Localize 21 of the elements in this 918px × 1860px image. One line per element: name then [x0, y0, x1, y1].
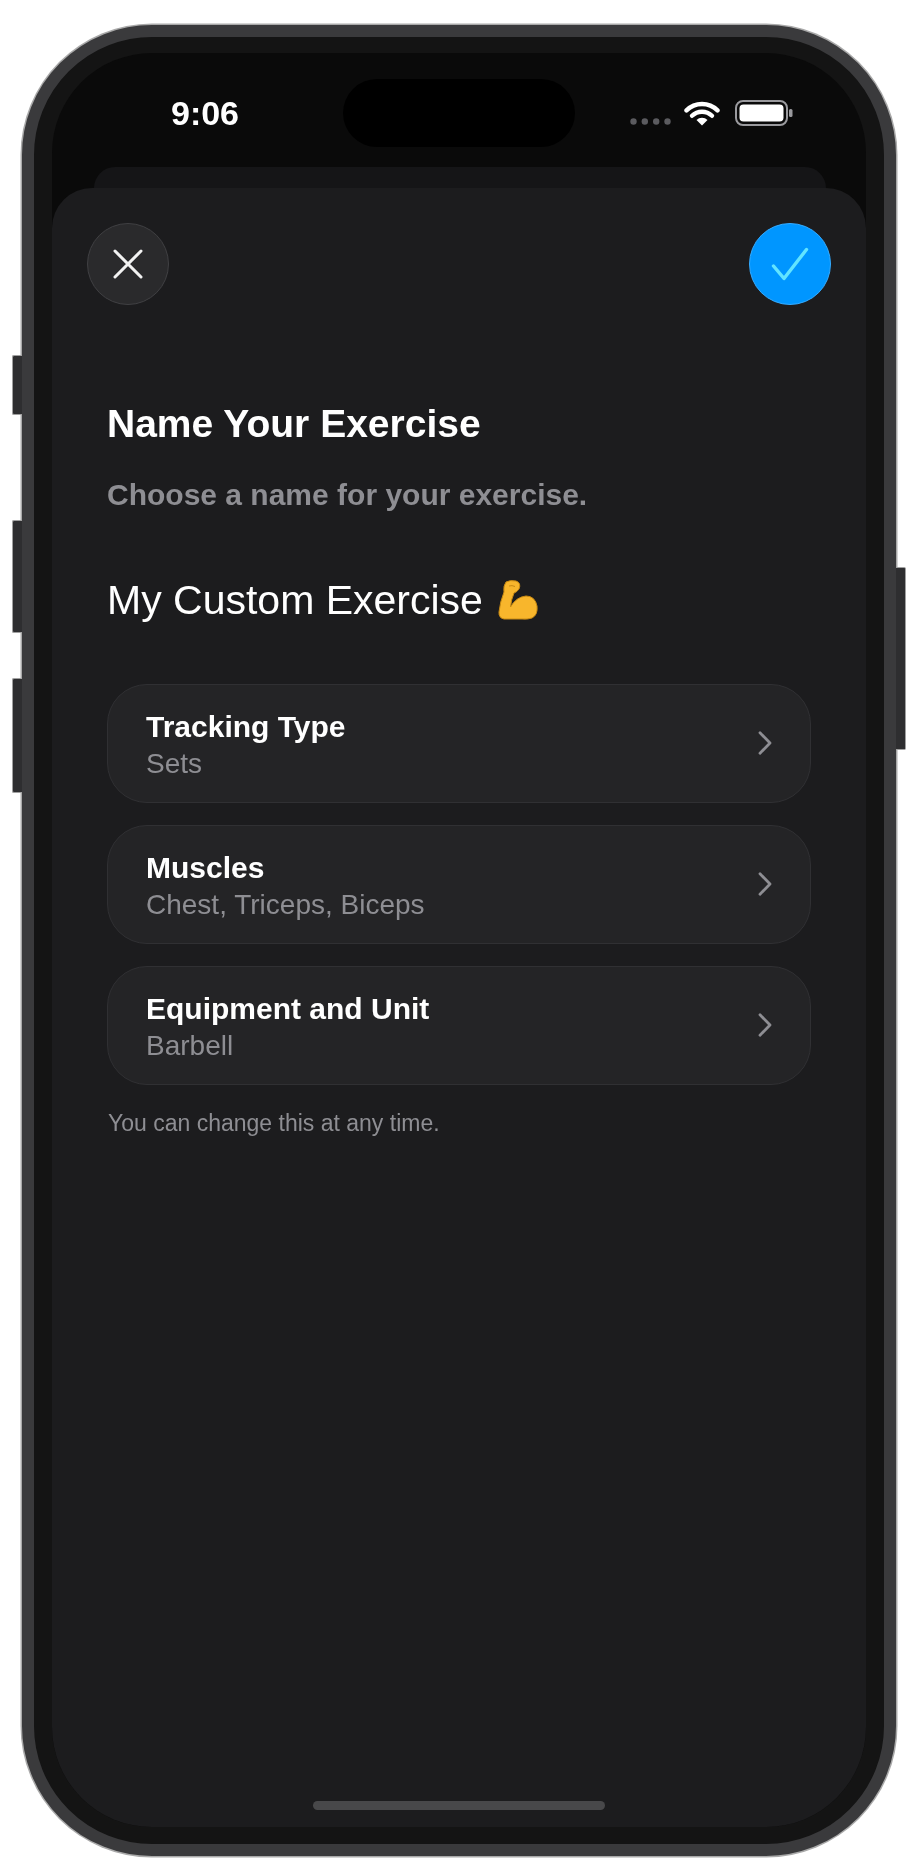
checkmark-icon — [771, 247, 809, 281]
flexed-biceps-icon — [497, 579, 538, 620]
chevron-right-icon — [758, 1013, 772, 1038]
footnote-text: You can change this at any time. — [107, 1109, 440, 1138]
name-field[interactable]: My Custom Exercise — [107, 575, 538, 624]
sheet-subtitle: Choose a name for your exercise. — [107, 476, 588, 513]
chevron-right-icon — [758, 731, 772, 756]
phone-side-button[interactable] — [896, 567, 906, 750]
phone-side-button[interactable] — [12, 355, 22, 415]
sheet-title: Name Your Exercise — [107, 401, 481, 447]
option-row[interactable]: Muscles Chest, Triceps, Biceps — [107, 824, 811, 944]
phone-side-button[interactable] — [12, 520, 22, 633]
phone-side-button[interactable] — [12, 678, 22, 793]
close-icon — [113, 249, 143, 279]
option-row[interactable]: Tracking Type Sets — [107, 683, 811, 803]
signal-dots-icon — [629, 118, 671, 125]
option-row[interactable]: Equipment and Unit Barbell — [107, 965, 811, 1085]
wifi-icon — [683, 101, 720, 126]
chevron-right-icon — [758, 872, 772, 897]
status-time: 9:06 — [170, 96, 240, 130]
battery-icon — [734, 100, 793, 126]
